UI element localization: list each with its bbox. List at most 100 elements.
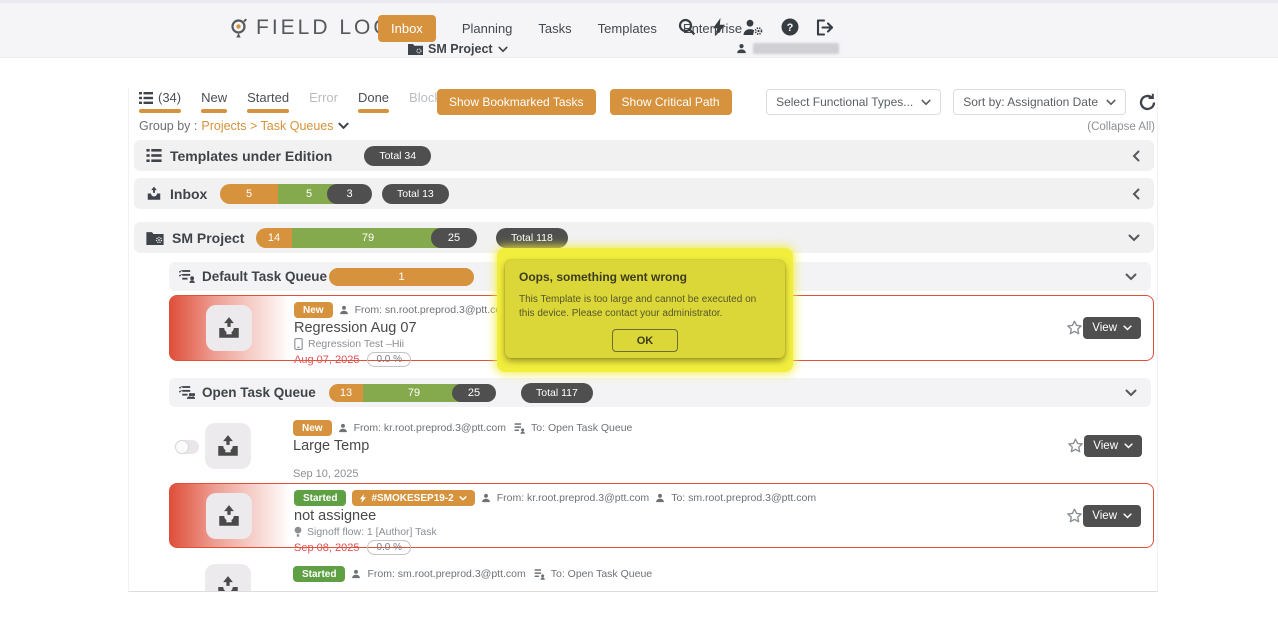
folder-icon — [408, 43, 423, 55]
person-icon — [481, 493, 491, 503]
task-title: not assignee — [294, 508, 816, 524]
status-badge: New — [293, 420, 332, 436]
progress-badge: 0.0 % — [367, 540, 411, 555]
bookmark-star-icon[interactable] — [1066, 320, 1083, 337]
nav-tasks[interactable]: Tasks — [538, 21, 571, 36]
bookmark-star-icon[interactable] — [1066, 507, 1083, 524]
bar-segment-done: 25 — [452, 384, 496, 402]
list-icon — [146, 149, 162, 162]
card-body: New From: kr.root.preprod.3@ptt.com To: … — [293, 420, 632, 480]
from-label: From: kr.root.preprod.3@ptt.com — [354, 422, 506, 434]
project-selector[interactable]: SM Project — [408, 42, 508, 56]
tab-all-count[interactable]: (34) — [139, 90, 181, 113]
chevron-down-icon[interactable] — [1125, 389, 1137, 397]
total-badge: Total 118 — [496, 228, 568, 248]
bar-segment-new: 13 — [329, 384, 363, 402]
chevron-down-icon — [498, 46, 508, 53]
ok-button[interactable]: OK — [612, 329, 678, 352]
queue-icon — [532, 569, 545, 580]
template-tray-icon — [205, 564, 251, 592]
help-icon[interactable]: ? — [781, 18, 799, 36]
task-card-not-assignee[interactable]: Started #SMOKESEP19-2 From: kr.root.prep… — [169, 483, 1154, 548]
error-modal: Oops, something went wrong This Template… — [505, 260, 785, 358]
inbox-tray-icon — [146, 186, 162, 201]
to-label: To: sm.root.preprod.3@ptt.com — [671, 492, 816, 504]
total-badge: Total 117 — [521, 383, 593, 403]
total-badge: Total 34 — [364, 146, 431, 166]
show-critical-path-button[interactable]: Show Critical Path — [610, 89, 732, 115]
view-button[interactable]: View — [1083, 317, 1141, 339]
template-device-icon — [294, 338, 303, 350]
signoff-bulb-icon — [294, 526, 302, 538]
task-title: Large Temp — [293, 438, 632, 454]
section-templates-under-edition[interactable]: Templates under Edition Total 34 — [134, 140, 1154, 171]
list-icon — [139, 92, 153, 104]
task-queue-icon — [179, 270, 195, 283]
user-name-redacted — [753, 43, 839, 54]
group-by-row: Group by : Projects > Task Queues — [139, 119, 349, 133]
show-bookmarked-tasks-button[interactable]: Show Bookmarked Tasks — [437, 89, 596, 115]
smoke-tag-dropdown[interactable]: #SMOKESEP19-2 — [352, 490, 474, 506]
section-inbox[interactable]: Inbox 5 5 3 Total 13 — [134, 178, 1154, 209]
from-label: From: sn.root.preprod.3@ptt.com — [355, 304, 510, 316]
chevron-left-icon[interactable] — [1132, 188, 1140, 200]
queue-open-task-queue[interactable]: Open Task Queue 13 79 25 Total 117 — [169, 378, 1151, 407]
search-icon[interactable] — [678, 18, 696, 36]
queue-status-bar: 1 — [329, 268, 474, 286]
tab-new[interactable]: New — [201, 90, 227, 113]
template-tray-icon — [205, 423, 251, 469]
tab-started[interactable]: Started — [247, 90, 289, 113]
bar-segment-done: 25 — [431, 228, 477, 248]
due-date: Sep 08, 2025 — [294, 542, 359, 554]
right-controls: Select Functional Types... Sort by: Assi… — [766, 89, 1157, 115]
group-by-selector[interactable]: Projects > Task Queues — [201, 119, 348, 133]
tab-error[interactable]: Error — [309, 90, 338, 113]
queue-status-bar: 13 79 25 — [329, 384, 496, 402]
task-meta: Signoff flow: 1 [Author] Task — [307, 526, 437, 538]
inbox-status-bar: 5 5 3 — [220, 184, 372, 204]
chevron-down-icon — [1106, 99, 1116, 106]
template-tray-icon — [206, 305, 252, 351]
section-title: SM Project — [172, 230, 244, 246]
to-label: To: Open Task Queue — [531, 422, 632, 434]
user-settings-icon[interactable] — [742, 19, 764, 36]
card-body: Started From: sm.root.preprod.3@ptt.com … — [293, 566, 652, 582]
user-icon — [736, 43, 747, 54]
chevron-down-icon[interactable] — [1128, 234, 1140, 242]
view-button[interactable]: View — [1084, 435, 1142, 457]
filter-buttons: Show Bookmarked Tasks Show Critical Path — [437, 89, 732, 115]
project-selector-label: SM Project — [428, 42, 493, 56]
view-button[interactable]: View — [1083, 505, 1141, 527]
queue-icon — [512, 423, 525, 434]
chevron-down-icon[interactable] — [1125, 273, 1137, 281]
toggle-switch-off[interactable] — [175, 440, 199, 454]
nav-inbox[interactable]: Inbox — [378, 15, 436, 42]
status-badge: New — [294, 302, 333, 318]
bar-segment-new: 1 — [329, 268, 474, 286]
task-card-large-temp[interactable]: New From: kr.root.preprod.3@ptt.com To: … — [169, 414, 1154, 478]
collapse-all-link[interactable]: (Collapse All) — [1087, 121, 1155, 133]
queue-title: Open Task Queue — [202, 385, 316, 400]
app-root: FIELD LOGS Inbox Planning Tasks Template… — [0, 0, 1278, 644]
sort-by-dropdown[interactable]: Sort by: Assignation Date — [953, 89, 1126, 115]
lightning-icon[interactable] — [713, 18, 725, 36]
nav-templates[interactable]: Templates — [598, 21, 657, 36]
tab-done[interactable]: Done — [358, 90, 389, 113]
nav-planning[interactable]: Planning — [462, 21, 513, 36]
current-user — [736, 43, 839, 54]
task-card-partial[interactable]: Started From: sm.root.preprod.3@ptt.com … — [169, 556, 1154, 592]
status-badge: Started — [293, 566, 345, 582]
progress-badge: 0.0 % — [367, 352, 411, 367]
chevron-down-icon — [338, 122, 349, 130]
person-icon — [351, 569, 361, 579]
refresh-icon[interactable] — [1138, 93, 1157, 112]
bar-segment-done: 3 — [327, 184, 372, 204]
chevron-left-icon[interactable] — [1132, 150, 1140, 162]
template-tray-icon — [206, 493, 252, 539]
functional-types-dropdown[interactable]: Select Functional Types... — [766, 89, 941, 115]
task-queue-icon — [179, 386, 195, 399]
map-pin-logo-icon — [228, 17, 250, 39]
status-filter-tabs: (34) New Started Error Done Blocked — [139, 90, 455, 113]
bookmark-star-icon[interactable] — [1067, 438, 1084, 455]
logout-icon[interactable] — [816, 19, 835, 36]
